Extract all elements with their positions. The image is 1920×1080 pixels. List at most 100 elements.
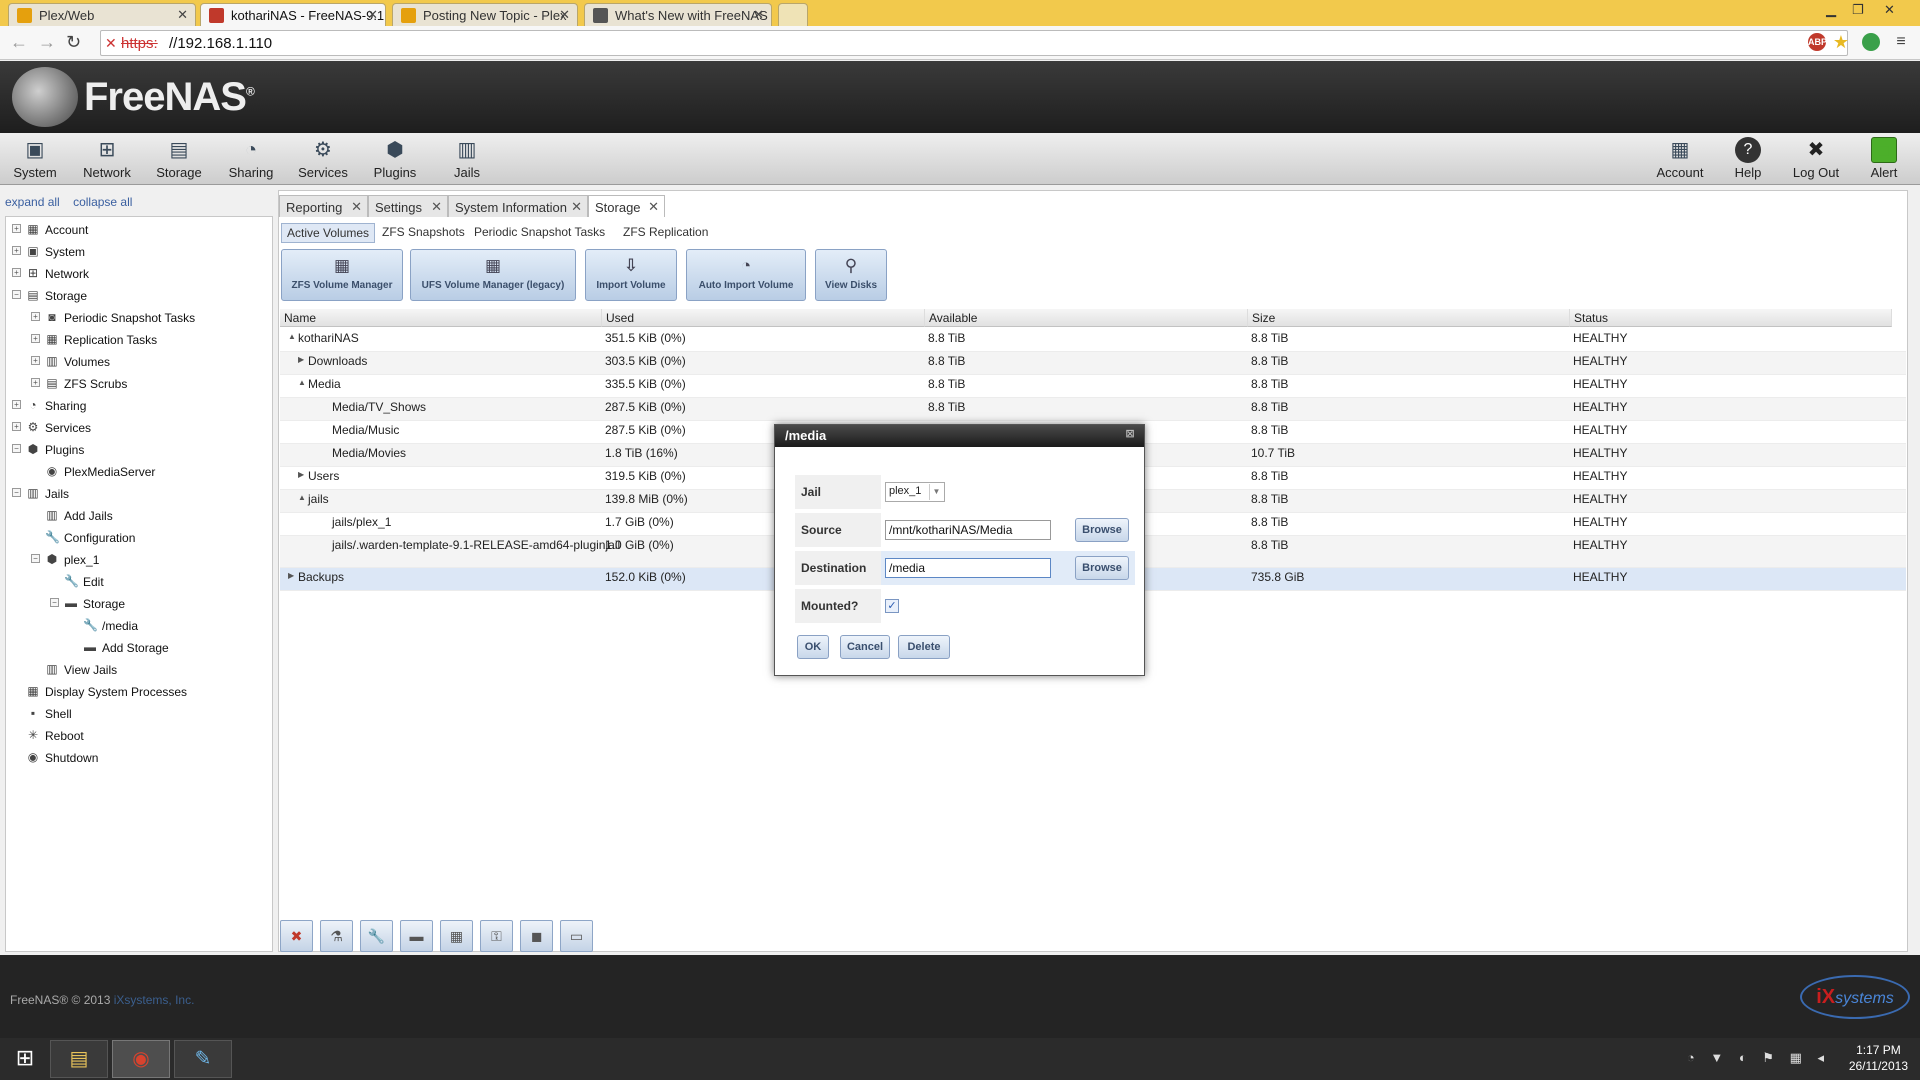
collapse-arrow-icon[interactable]: ▲ xyxy=(288,332,296,341)
expand-arrow-icon[interactable]: ▶ xyxy=(288,571,294,580)
tab-settings[interactable]: Settings ✕ xyxy=(368,195,448,217)
import-volume-button[interactable]: ⇩ Import Volume xyxy=(585,249,677,301)
cancel-button[interactable]: Cancel xyxy=(840,635,890,659)
sidebar-item-volumes[interactable]: + ▥ Volumes xyxy=(6,353,272,373)
nav-logout[interactable]: ✖ Log Out xyxy=(1782,137,1850,180)
create-dataset-button[interactable]: ▬ xyxy=(400,920,433,952)
nav-network[interactable]: ⊞ Network xyxy=(73,137,141,180)
view-disks-button[interactable]: ⚲ View Disks xyxy=(815,249,887,301)
sidebar-item-periodic-snapshot-tasks[interactable]: + ◙ Periodic Snapshot Tasks xyxy=(6,309,272,329)
collapse-icon[interactable]: − xyxy=(12,290,21,299)
ufs-volume-manager-button[interactable]: ▦ UFS Volume Manager (legacy) xyxy=(410,249,576,301)
sidebar-item-view-jails[interactable]: ▥ View Jails xyxy=(6,661,272,681)
collapse-icon[interactable]: − xyxy=(12,488,21,497)
column-header-used[interactable]: Used xyxy=(602,309,925,327)
forward-icon[interactable]: → xyxy=(38,32,56,53)
column-header-available[interactable]: Available xyxy=(925,309,1248,327)
collapse-arrow-icon[interactable]: ▲ xyxy=(298,493,306,502)
table-row[interactable]: ▶ Downloads 303.5 KiB (0%) 8.8 TiB 8.8 TiB HE… xyxy=(280,352,1906,375)
collapse-icon[interactable]: − xyxy=(50,598,59,607)
table-row[interactable]: ▲ Media 335.5 KiB (0%) 8.8 TiB 8.8 TiB HEALTH… xyxy=(280,375,1906,398)
sidebar-item-shell[interactable]: ▪ Shell xyxy=(6,705,272,725)
sidebar-item-replication-tasks[interactable]: + ▦ Replication Tasks xyxy=(6,331,272,351)
sidebar-item-services[interactable]: + ⚙ Services xyxy=(6,419,272,439)
url-field[interactable]: ✕ https: //192.168.1.110 xyxy=(100,30,1848,56)
browser-tab[interactable]: What's New with FreeNAS ✕ xyxy=(584,3,772,26)
expand-icon[interactable]: + xyxy=(31,312,40,321)
sidebar-item-media[interactable]: 🔧 /media xyxy=(6,617,272,637)
close-icon[interactable]: ✕ xyxy=(431,199,442,215)
destination-browse-button[interactable]: Browse xyxy=(1075,556,1129,580)
sidebar-item-zfs-scrubs[interactable]: + ▤ ZFS Scrubs xyxy=(6,375,272,395)
create-snapshot-button[interactable]: ◼ xyxy=(520,920,553,952)
nav-jails[interactable]: ▥ Jails xyxy=(433,137,501,180)
close-icon[interactable]: ✕ xyxy=(753,7,764,23)
sidebar-item-system[interactable]: + ▣ System xyxy=(6,243,272,263)
nav-storage[interactable]: ▤ Storage xyxy=(145,137,213,180)
subtab-periodic-snapshot-tasks[interactable]: Periodic Snapshot Tasks xyxy=(469,223,610,243)
taskbar-app[interactable]: ▤ xyxy=(50,1040,108,1078)
create-zvol-button[interactable]: ▦ xyxy=(440,920,473,952)
expand-arrow-icon[interactable]: ▶ xyxy=(298,470,304,479)
new-tab-button[interactable] xyxy=(778,3,808,26)
change-permissions-button[interactable]: ⚿ xyxy=(480,920,513,952)
back-icon[interactable]: ← xyxy=(10,32,28,53)
expand-icon[interactable]: + xyxy=(31,356,40,365)
menu-icon[interactable]: ≡ xyxy=(1892,33,1910,51)
subtab-active-volumes[interactable]: Active Volumes xyxy=(281,223,376,243)
volume-status-button[interactable]: ▭ xyxy=(560,920,593,952)
close-window-icon[interactable]: ✕ xyxy=(1884,2,1895,18)
close-icon[interactable]: ⊠ xyxy=(1124,429,1136,441)
sidebar-item-storage[interactable]: − ▤ Storage xyxy=(6,287,272,307)
sidebar-item-configuration[interactable]: 🔧 Configuration xyxy=(6,529,272,549)
close-icon[interactable]: ✕ xyxy=(351,199,362,215)
close-icon[interactable]: ✕ xyxy=(559,7,570,23)
sidebar-item-add-storage[interactable]: ▬ Add Storage xyxy=(6,639,272,659)
table-row[interactable]: ▲ kothariNAS 351.5 KiB (0%) 8.8 TiB 8.8 TiB H… xyxy=(280,329,1906,352)
table-row[interactable]: Media/TV_Shows 287.5 KiB (0%) 8.8 TiB 8.8 T… xyxy=(280,398,1906,421)
adblock-icon[interactable]: ABP xyxy=(1808,33,1827,51)
mounted-checkbox[interactable]: ✓ xyxy=(885,599,899,613)
collapse-arrow-icon[interactable]: ▲ xyxy=(298,378,306,387)
close-icon[interactable]: ✕ xyxy=(367,7,378,23)
taskbar-clock[interactable]: 1:17 PM 26/11/2013 xyxy=(1849,1042,1908,1074)
subtab-zfs-snapshots[interactable]: ZFS Snapshots xyxy=(377,223,470,243)
source-browse-button[interactable]: Browse xyxy=(1075,518,1129,542)
close-icon[interactable]: ✕ xyxy=(648,199,659,215)
collapse-icon[interactable]: − xyxy=(12,444,21,453)
reload-icon[interactable]: ↻ xyxy=(66,32,81,53)
sidebar-item-plugins[interactable]: − ⬢ Plugins xyxy=(6,441,272,461)
delete-button[interactable]: Delete xyxy=(898,635,950,659)
sidebar-item-network[interactable]: + ⊞ Network xyxy=(6,265,272,285)
expand-icon[interactable]: + xyxy=(12,246,21,255)
bookmark-star-icon[interactable]: ★ xyxy=(1832,33,1850,51)
minimize-icon[interactable]: ▁ xyxy=(1826,2,1836,18)
system-tray[interactable]: ◔ ▼ ◐ ⚑ ▦ ◂ xyxy=(1687,1050,1830,1066)
expand-icon[interactable]: + xyxy=(12,268,21,277)
browser-tab[interactable]: Plex/Web ✕ xyxy=(8,3,196,26)
nav-plugins[interactable]: ⬢ Plugins xyxy=(361,137,429,180)
expand-arrow-icon[interactable]: ▶ xyxy=(298,355,304,364)
nav-system[interactable]: ▣ System xyxy=(1,137,69,180)
tab-storage[interactable]: Storage ✕ xyxy=(588,195,665,217)
edit-options-button[interactable]: 🔧 xyxy=(360,920,393,952)
destination-input[interactable] xyxy=(885,558,1051,578)
sidebar-item-add-jails[interactable]: ▥ Add Jails xyxy=(6,507,272,527)
jail-select[interactable]: plex_1 ▼ xyxy=(885,482,945,502)
close-icon[interactable]: ✕ xyxy=(571,199,582,215)
expand-icon[interactable]: + xyxy=(12,400,21,409)
sidebar-item-plexmediaserver[interactable]: ◉ PlexMediaServer xyxy=(6,463,272,483)
expand-icon[interactable]: + xyxy=(12,422,21,431)
sidebar-item-jails[interactable]: − ▥ Jails xyxy=(6,485,272,505)
zfs-volume-manager-button[interactable]: ▦ ZFS Volume Manager xyxy=(281,249,403,301)
column-header-size[interactable]: Size xyxy=(1248,309,1570,327)
expand-icon[interactable]: + xyxy=(31,334,40,343)
tab-reporting[interactable]: Reporting ✕ xyxy=(279,195,368,217)
sidebar-item-reboot[interactable]: ✳ Reboot xyxy=(6,727,272,747)
column-header-status[interactable]: Status xyxy=(1570,309,1892,327)
sidebar-item-account[interactable]: + ▦ Account xyxy=(6,221,272,241)
subtab-zfs-replication[interactable]: ZFS Replication xyxy=(618,223,713,243)
detach-volume-button[interactable]: ✖ xyxy=(280,920,313,952)
windows-start-icon[interactable]: ⊞ xyxy=(2,1040,48,1078)
expand-icon[interactable]: + xyxy=(31,378,40,387)
